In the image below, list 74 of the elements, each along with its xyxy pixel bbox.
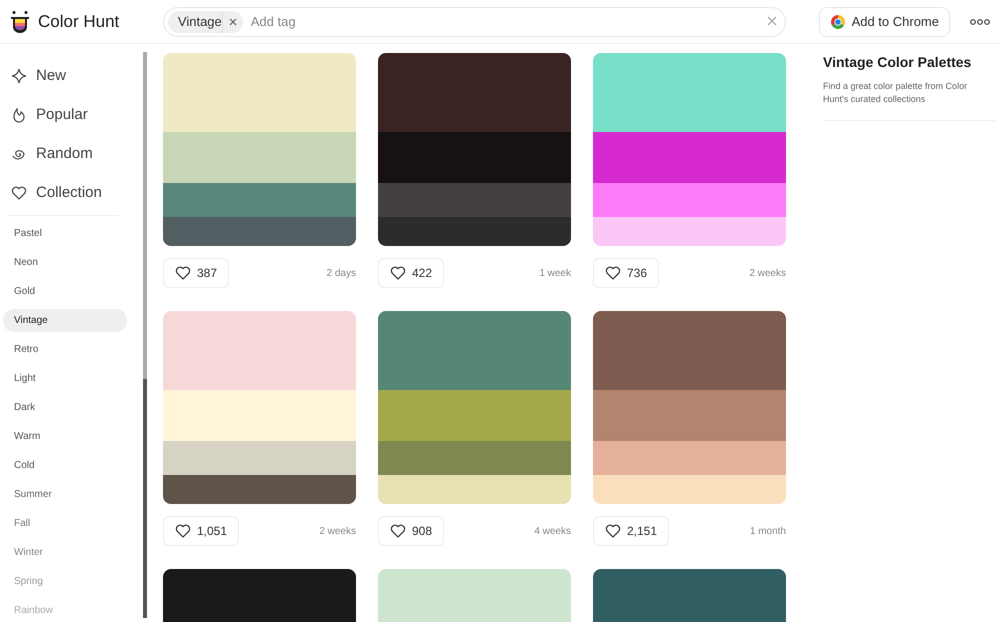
close-icon	[766, 16, 777, 26]
tag-chip[interactable]: Vintage	[168, 10, 243, 32]
palette-age: 4 weeks	[534, 526, 571, 536]
color-swatch[interactable]	[593, 390, 786, 441]
category-item[interactable]: Fall	[3, 512, 127, 535]
panel-title: Vintage Color Palettes	[823, 54, 972, 70]
add-to-chrome-button[interactable]: Add to Chrome	[818, 6, 950, 36]
color-swatch[interactable]	[163, 53, 356, 132]
heart-icon	[605, 265, 621, 281]
heart-icon	[390, 523, 406, 539]
color-swatch[interactable]	[378, 441, 571, 475]
more-icon	[970, 18, 990, 26]
category-item[interactable]: Retro	[3, 338, 127, 361]
color-swatch[interactable]	[593, 183, 786, 217]
nav-item[interactable]: Random	[0, 134, 143, 173]
like-button[interactable]: 2,151	[593, 516, 670, 546]
heart-icon	[390, 265, 406, 281]
color-swatch[interactable]	[163, 390, 356, 441]
nav-item[interactable]: New	[0, 56, 143, 95]
color-swatch[interactable]	[163, 183, 356, 217]
category-item[interactable]: Gold	[3, 280, 127, 303]
heart-icon	[175, 523, 191, 539]
color-swatch[interactable]	[378, 311, 571, 390]
sparkle-icon	[11, 68, 27, 84]
category-item[interactable]: Winter	[3, 541, 127, 564]
color-swatch[interactable]	[593, 441, 786, 475]
color-swatch[interactable]	[593, 217, 786, 246]
category-item[interactable]: Pastel	[3, 222, 127, 245]
color-swatch[interactable]	[163, 475, 356, 504]
color-swatch[interactable]	[593, 311, 786, 390]
like-button[interactable]: 387	[163, 258, 230, 288]
category-item[interactable]: Warm	[3, 425, 127, 448]
heart-icon	[175, 265, 191, 281]
nav-item[interactable]: Collection	[0, 173, 143, 212]
palette-age: 1 week	[539, 268, 571, 278]
like-button[interactable]: 422	[378, 258, 444, 288]
color-swatch[interactable]	[163, 132, 356, 183]
palette-age: 1 month	[750, 526, 786, 536]
like-button[interactable]: 908	[378, 516, 444, 546]
chrome-logo-icon	[830, 14, 846, 30]
tag-label: Vintage	[178, 14, 222, 29]
panel-description: Find a great color palette from Color Hunt's curated collections	[823, 80, 968, 106]
category-item[interactable]: Cold	[3, 454, 127, 477]
close-icon	[228, 18, 237, 26]
color-swatch[interactable]	[593, 132, 786, 183]
color-swatch[interactable]	[593, 475, 786, 504]
color-swatch[interactable]	[378, 217, 571, 246]
palette-age: 2 weeks	[319, 526, 356, 536]
category-item[interactable]: Dark	[3, 396, 127, 419]
flame-icon	[11, 106, 27, 122]
scrollbar[interactable]	[143, 52, 147, 618]
heart-icon	[605, 523, 621, 539]
like-button[interactable]: 736	[593, 258, 660, 288]
category-item[interactable]: Neon	[3, 251, 127, 274]
color-swatch[interactable]	[378, 475, 571, 504]
palette-age: 2 weeks	[749, 268, 786, 278]
palette-age: 2 days	[326, 268, 356, 278]
color-swatch[interactable]	[163, 311, 356, 390]
category-item[interactable]: Vintage	[3, 309, 127, 332]
color-swatch[interactable]	[378, 53, 571, 132]
color-swatch[interactable]	[378, 390, 571, 441]
brand-name[interactable]: Color Hunt	[38, 12, 120, 32]
category-item[interactable]: Light	[3, 367, 127, 390]
logo-icon	[10, 10, 30, 34]
color-swatch[interactable]	[163, 441, 356, 475]
search-field[interactable]: Vintage Add tag	[162, 6, 786, 36]
like-button[interactable]: 1,051	[163, 516, 240, 546]
category-item[interactable]: Summer	[3, 483, 127, 506]
color-swatch[interactable]	[378, 183, 571, 217]
color-swatch[interactable]	[593, 53, 786, 132]
heart-icon	[11, 184, 27, 200]
color-swatch[interactable]	[378, 132, 571, 183]
nav-item[interactable]: Popular	[0, 95, 143, 134]
color-swatch[interactable]	[163, 217, 356, 246]
